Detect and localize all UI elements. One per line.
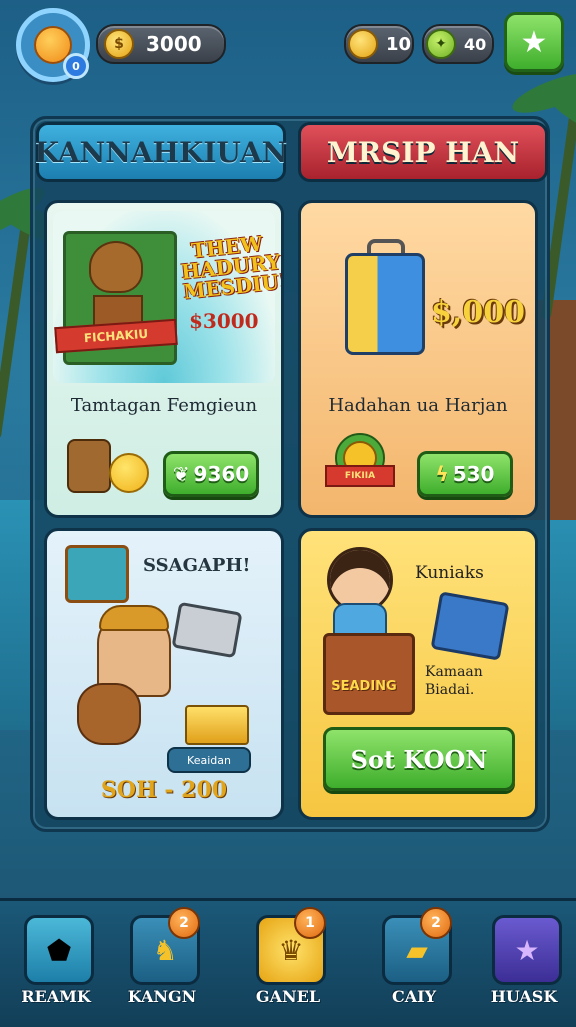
bottom-navigation: ⬟ REAMK ♞ 2 KANGN ♛ 1 GANEL ▰ 2 CAIY ★ H… [0, 898, 576, 1027]
nav-label: CAIY [391, 987, 437, 1006]
gold-balance-value: 3000 [146, 32, 202, 56]
offer-title: Tamtagan Femgieun [70, 395, 258, 416]
offer-scene-price: $3000 [189, 309, 259, 333]
offer-card-3[interactable]: SSAGAPH! Keaidan SOH - 200 [44, 528, 284, 820]
gold-balance-pill[interactable]: $ 3000 [96, 24, 226, 64]
purple-star-icon: ★ [492, 915, 562, 985]
offer-price: $,000 [431, 295, 525, 330]
offer-name: Kuniaks [415, 563, 484, 583]
nav-item-reamk[interactable]: ⬟ REAMK [16, 915, 96, 1025]
star-button[interactable]: ★ [504, 12, 564, 72]
beaver-character [89, 241, 143, 293]
suitcase-icon [345, 253, 425, 355]
buy-button-card-2[interactable]: ϟ 530 [417, 451, 513, 497]
badge-label: FIKIIA [325, 465, 395, 487]
dog-character [77, 683, 141, 745]
offer-headline: THEW HADURY MESDIU! [180, 231, 284, 304]
tab-label: KANNAHKIUAN [34, 135, 288, 169]
buy-button-label: 530 [452, 462, 495, 486]
tab-kannahkiuan[interactable]: KANNAHKIUAN [34, 122, 288, 182]
gold-coin-icon [348, 29, 378, 59]
tab-mrsip-han[interactable]: MRSIP HAN [298, 122, 548, 182]
nav-item-ganel[interactable]: ♛ 1 GANEL [248, 907, 328, 1025]
coin-balance-pill[interactable]: 10 [344, 24, 414, 64]
house-gem-icon: ⬟ [24, 915, 94, 985]
notification-badge: 2 [168, 907, 200, 939]
offer-title: SSAGAPH! [143, 555, 251, 576]
notification-badge: 1 [294, 907, 326, 939]
nav-label: KANGN [127, 987, 197, 1006]
offer-scene: FICHAKIU THEW HADURY MESDIU! $3000 [53, 211, 281, 383]
offer-price-range: SOH - 200 [100, 777, 228, 803]
treasure-chest-icon [65, 545, 129, 603]
nav-label: GANEL [255, 987, 321, 1006]
nav-item-kangn[interactable]: ♞ 2 KANGN [122, 907, 202, 1025]
offer-tag: Keaidan [167, 747, 251, 773]
offer-description: Kamaan Biadai. [425, 663, 483, 699]
description-line-2: Biadai. [425, 682, 475, 698]
gold-bars-icon [185, 705, 249, 745]
coin-balance-value: 10 [386, 33, 412, 55]
buy-button-card-1[interactable]: ❦ 9360 [163, 451, 259, 497]
star-icon: ★ [520, 24, 548, 60]
player-avatar[interactable]: 0 [16, 8, 90, 82]
nav-label: REAMK [21, 987, 91, 1006]
nav-label: HUASK [490, 987, 558, 1006]
laptop-icon [430, 591, 510, 661]
sun-character [109, 453, 149, 493]
lightning-icon: ϟ [435, 462, 449, 486]
nav-item-huask[interactable]: ★ HUASK [484, 915, 564, 1025]
nav-item-caiy[interactable]: ▰ 2 CAIY [374, 907, 454, 1025]
gem-balance-pill[interactable]: ✦ 40 [422, 24, 494, 64]
player-level-badge: 0 [63, 53, 89, 79]
offer-title: Hadahan ua Harjan [328, 395, 508, 416]
notification-badge: 2 [420, 907, 452, 939]
offer-card-2[interactable]: $,000 Hadahan ua Harjan FIKIIA ϟ 530 [298, 200, 538, 518]
villager-character [67, 439, 111, 493]
gem-balance-value: 40 [464, 34, 487, 54]
leaf-icon: ❦ [172, 462, 190, 486]
hard-hat-icon [99, 605, 169, 631]
offer-card-1[interactable]: FICHAKIU THEW HADURY MESDIU! $3000 Tamta… [44, 200, 284, 518]
buy-button-label: 9360 [193, 462, 250, 486]
claim-button-label: Sot KOON [350, 744, 488, 774]
green-gem-icon: ✦ [426, 29, 456, 59]
gift-box-icon [323, 633, 415, 715]
tablet-device-icon [171, 601, 243, 659]
claim-button[interactable]: Sot KOON [323, 727, 515, 791]
sun-ribbon-badge: FIKIIA [325, 433, 395, 489]
box-label: SEADING [331, 679, 397, 694]
dollar-coin-icon: $ [104, 29, 134, 59]
tab-label: MRSIP HAN [326, 135, 520, 169]
description-line-1: Kamaan [425, 664, 483, 680]
offer-card-4[interactable]: SEADING Kuniaks Kamaan Biadai. Sot KOON [298, 528, 538, 820]
